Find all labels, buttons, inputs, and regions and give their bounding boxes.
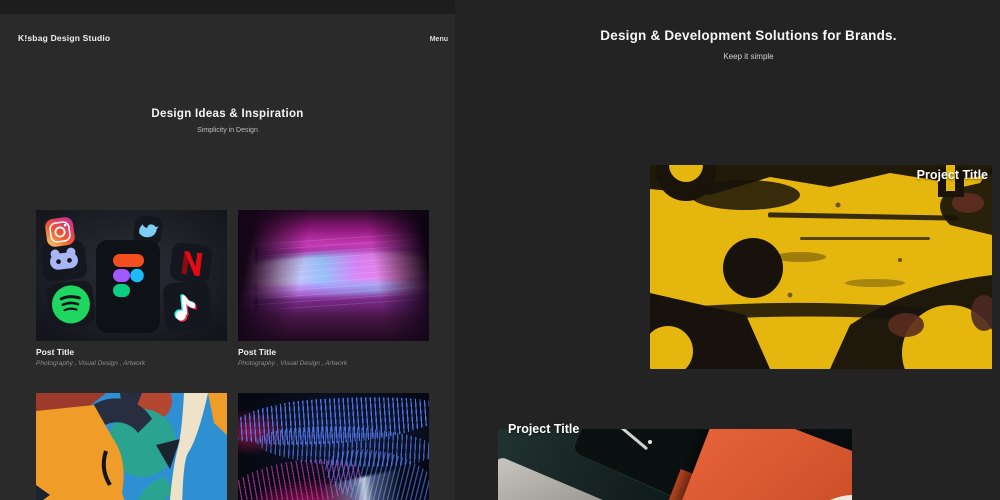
white-circle-logo	[775, 477, 852, 500]
post-title: Post Title	[36, 347, 75, 357]
brand-solutions-page: Design & Development Solutions for Brand…	[455, 0, 1000, 500]
spotify-icon	[46, 280, 96, 329]
project-card-1[interactable]: Project Title	[650, 165, 992, 369]
post-image-abstract-mural	[36, 393, 227, 500]
discord-icon	[40, 240, 88, 282]
post-card-4[interactable]	[238, 393, 429, 500]
post-meta: Photography , Visual Design , Artwork	[36, 360, 146, 367]
tiktok-icon	[162, 280, 213, 332]
instagram-icon	[45, 217, 75, 247]
post-card-2[interactable]: Post Title Photography , Visual Design ,…	[238, 210, 429, 367]
post-card-1[interactable]: Post Title Photography , Visual Design ,…	[36, 210, 227, 367]
grunge-collage-art	[650, 165, 992, 369]
page-subtitle: Keep it simple	[723, 52, 774, 61]
post-image-wave-trails	[238, 393, 429, 500]
project-title: Project Title	[916, 168, 988, 182]
page-title: Design Ideas & Inspiration	[151, 108, 304, 120]
kisbag-blog-page: K!sbag Design Studio Menu Design Ideas &…	[0, 0, 455, 500]
page-title: Design & Development Solutions for Brand…	[600, 28, 897, 43]
post-card-3[interactable]	[36, 393, 227, 500]
project-card-2[interactable]	[498, 429, 852, 500]
social-icons-art	[36, 210, 227, 341]
project-title: Project Title	[508, 422, 580, 436]
top-strip	[0, 0, 455, 14]
menu-button[interactable]: Menu	[430, 36, 448, 43]
post-meta: Photography , Visual Design , Artwork	[238, 360, 348, 367]
page-subtitle: Simplicity in Design	[197, 127, 258, 134]
site-logo[interactable]: K!sbag Design Studio	[18, 33, 110, 43]
left-hero: Design Ideas & Inspiration Simplicity in…	[0, 108, 455, 134]
neon-shade	[238, 210, 429, 341]
figma-icon	[96, 240, 160, 333]
posts-grid: Post Title Photography , Visual Design ,…	[36, 210, 430, 500]
post-image-neon	[238, 210, 429, 341]
highlight-dot	[648, 440, 652, 444]
post-title: Post Title	[238, 347, 277, 357]
post-image-social-icons	[36, 210, 227, 341]
right-hero: Design & Development Solutions for Brand…	[497, 28, 1000, 61]
netflix-icon	[169, 242, 213, 284]
abstract-mural-art	[36, 393, 227, 500]
